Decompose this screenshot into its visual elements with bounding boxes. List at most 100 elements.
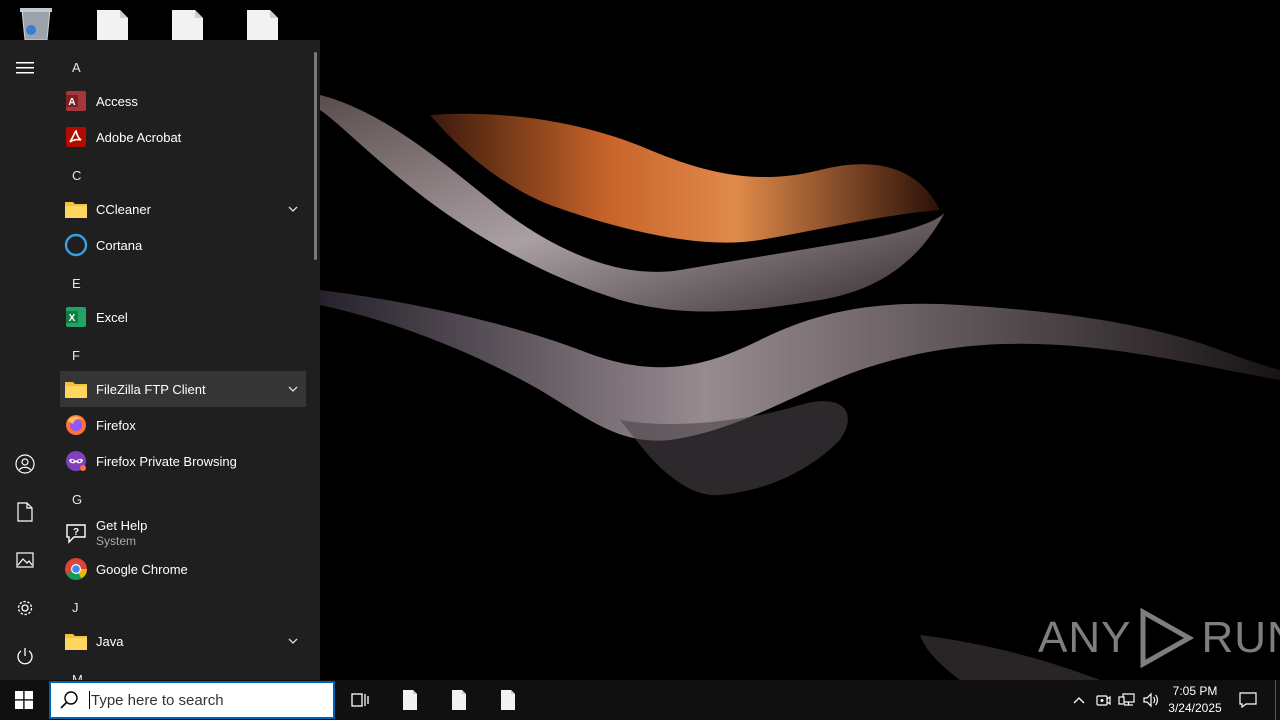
app-list: A A Access Adobe Acrobat C CCleaner Cort… xyxy=(60,40,306,680)
svg-text:A: A xyxy=(68,97,75,108)
svg-text:X: X xyxy=(69,313,76,324)
taskbar-file-button[interactable] xyxy=(486,680,530,720)
group-letter-c[interactable]: C xyxy=(72,168,81,183)
app-access[interactable]: A Access xyxy=(60,83,306,119)
tray-app-button[interactable] xyxy=(1092,680,1114,720)
app-cortana[interactable]: Cortana xyxy=(60,227,306,263)
app-filezilla-folder[interactable]: FileZilla FTP Client xyxy=(60,371,306,407)
get-help-icon: ? xyxy=(63,520,89,546)
speaker-icon xyxy=(1143,692,1158,708)
app-label: Firefox xyxy=(96,417,136,433)
pictures-icon xyxy=(16,552,34,568)
windows-logo-icon xyxy=(15,691,33,709)
app-label: Java xyxy=(96,633,124,649)
document-icon xyxy=(17,502,33,522)
expand-menu-button[interactable] xyxy=(5,48,45,88)
group-letter-g[interactable]: G xyxy=(72,492,82,507)
search-input[interactable] xyxy=(91,691,321,709)
start-button[interactable] xyxy=(0,680,48,720)
app-java-folder[interactable]: Java xyxy=(60,623,306,659)
documents-button[interactable] xyxy=(5,492,45,532)
start-menu: A A Access Adobe Acrobat C CCleaner Cort… xyxy=(0,40,320,680)
wallpaper-image xyxy=(320,95,1280,680)
app-list-scrollbar[interactable] xyxy=(314,52,317,260)
app-label: Access xyxy=(96,93,138,109)
chevron-up-icon xyxy=(1073,697,1085,704)
task-view-button[interactable] xyxy=(338,680,382,720)
desktop-file-icon[interactable] xyxy=(92,6,132,42)
power-button[interactable] xyxy=(5,636,45,676)
folder-icon xyxy=(63,628,89,654)
app-sublabel: System xyxy=(96,533,137,548)
taskbar: 7:05 PM 3/24/2025 xyxy=(0,680,1280,720)
system-clock[interactable]: 7:05 PM 3/24/2025 xyxy=(1160,683,1230,717)
file-icon xyxy=(452,690,466,710)
meet-now-icon xyxy=(1096,695,1111,706)
settings-button[interactable] xyxy=(5,588,45,628)
group-letter-j[interactable]: J xyxy=(72,600,79,615)
taskbar-search-box[interactable] xyxy=(49,681,335,719)
firefox-icon xyxy=(63,412,89,438)
app-firefox-private[interactable]: Firefox Private Browsing xyxy=(60,443,306,479)
app-label: Google Chrome xyxy=(96,561,188,577)
access-icon: A xyxy=(63,88,89,114)
anyrun-watermark: ANY RUN xyxy=(1038,608,1280,668)
excel-icon: X xyxy=(63,304,89,330)
taskbar-file-button[interactable] xyxy=(437,680,481,720)
clock-time: 7:05 PM xyxy=(1172,684,1218,698)
chevron-down-icon[interactable] xyxy=(286,202,300,216)
task-view-icon xyxy=(351,693,369,707)
action-center-button[interactable] xyxy=(1234,680,1262,720)
acrobat-icon xyxy=(63,124,89,150)
app-adobe-acrobat[interactable]: Adobe Acrobat xyxy=(60,119,306,155)
app-label: CCleaner xyxy=(96,201,151,217)
app-firefox[interactable]: Firefox xyxy=(60,407,306,443)
file-icon xyxy=(501,690,515,710)
watermark-text-right: RUN xyxy=(1201,613,1280,662)
app-label: Get Help xyxy=(96,517,148,533)
desktop-file-icon[interactable] xyxy=(242,6,282,42)
chrome-icon xyxy=(63,556,89,582)
show-hidden-icons-button[interactable] xyxy=(1068,680,1090,720)
power-icon xyxy=(17,648,33,665)
account-button[interactable] xyxy=(5,444,45,484)
app-label: Firefox Private Browsing xyxy=(96,453,237,469)
hamburger-icon xyxy=(16,62,34,74)
show-desktop-button[interactable] xyxy=(1275,680,1276,720)
group-letter-f[interactable]: F xyxy=(72,348,80,363)
app-label: Adobe Acrobat xyxy=(96,129,182,145)
network-button[interactable] xyxy=(1116,680,1138,720)
network-icon xyxy=(1118,693,1135,706)
clock-date: 3/24/2025 xyxy=(1168,701,1222,715)
app-label: Excel xyxy=(96,309,128,325)
app-label: Cortana xyxy=(96,237,143,253)
group-letter-a[interactable]: A xyxy=(72,60,81,75)
chevron-down-icon[interactable] xyxy=(286,634,300,648)
pictures-button[interactable] xyxy=(5,540,45,580)
play-triangle-icon xyxy=(1140,608,1195,668)
text-caret xyxy=(89,691,90,709)
group-letter-m[interactable]: M xyxy=(72,672,83,680)
user-icon xyxy=(15,454,35,474)
watermark-text-left: ANY xyxy=(1038,613,1132,662)
app-get-help[interactable]: ? Get Help System xyxy=(60,515,306,551)
taskbar-file-button[interactable] xyxy=(388,680,432,720)
volume-button[interactable] xyxy=(1140,680,1162,720)
app-excel[interactable]: X Excel xyxy=(60,299,306,335)
folder-icon xyxy=(63,196,89,222)
file-icon xyxy=(403,690,417,710)
chevron-down-icon[interactable] xyxy=(286,382,300,396)
gear-icon xyxy=(17,600,33,616)
app-google-chrome[interactable]: Google Chrome xyxy=(60,551,306,587)
folder-icon xyxy=(63,376,89,402)
firefox-private-icon xyxy=(63,448,89,474)
notification-icon xyxy=(1239,692,1257,708)
app-ccleaner-folder[interactable]: CCleaner xyxy=(60,191,306,227)
svg-text:?: ? xyxy=(73,527,79,538)
cortana-icon xyxy=(63,232,89,258)
desktop-file-icon[interactable] xyxy=(167,6,207,42)
recycle-bin-icon[interactable] xyxy=(16,6,56,42)
group-letter-e[interactable]: E xyxy=(72,276,81,291)
search-icon xyxy=(60,691,78,709)
start-rail xyxy=(0,40,50,680)
